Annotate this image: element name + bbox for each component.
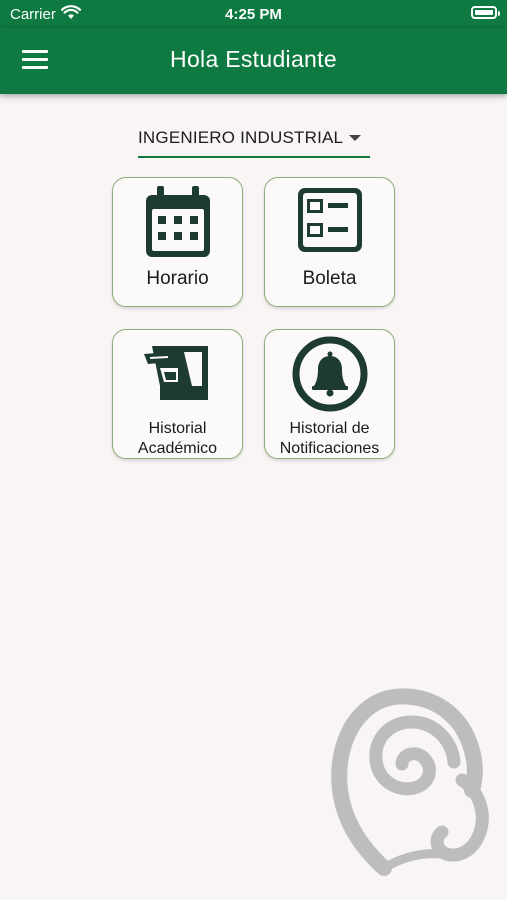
bell-icon [292,336,367,412]
horario-tile[interactable]: Horario [112,177,243,307]
checklist-icon [297,188,362,252]
boleta-label: Boleta [302,268,357,289]
university-logo [331,688,489,876]
historial-notificaciones-tile[interactable]: Historial de Notificaciones [264,329,395,459]
career-dropdown-value: INGENIERO INDUSTRIAL [138,128,344,147]
historial-academico-tile[interactable]: Historial Académico [112,329,243,459]
dropdown-arrow-icon [349,135,361,141]
status-bar: Carrier 4:25 PM [0,0,507,28]
historial-notificaciones-label-line1: Historial de [289,420,370,437]
boleta-tile[interactable]: Boleta [264,177,395,307]
historial-academico-label: Historial Académico [113,419,242,459]
app-bar: Hola Estudiante [0,28,507,94]
calendar-icon [145,186,210,257]
battery-icon [471,6,500,19]
career-dropdown[interactable]: INGENIERO INDUSTRIAL [138,124,370,158]
historial-notificaciones-label-line2: Notificaciones [279,440,380,457]
status-time: 4:25 PM [225,6,282,23]
horario-label: Horario [146,268,209,289]
historial-notificaciones-label: Historial de Notificaciones [265,419,394,459]
historial-academico-label-line1: Historial [148,420,207,437]
page-title: Hola Estudiante [170,46,337,72]
historial-academico-label-line2: Académico [137,440,218,457]
diploma-icon [143,346,208,400]
